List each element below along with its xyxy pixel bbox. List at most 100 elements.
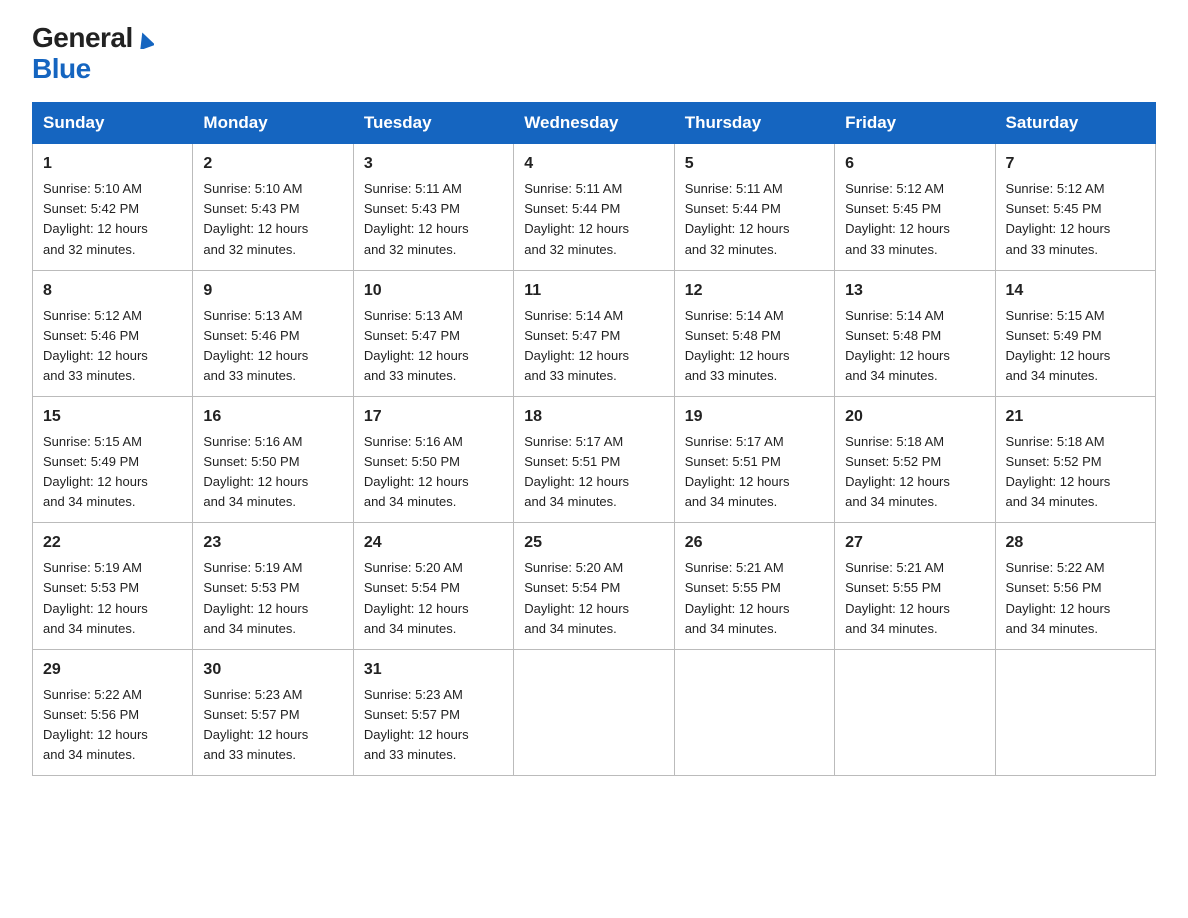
day-number: 2 (203, 152, 342, 177)
day-cell-15: 15Sunrise: 5:15 AMSunset: 5:49 PMDayligh… (33, 397, 193, 523)
day-header-wednesday: Wednesday (514, 103, 674, 144)
day-cell-9: 9Sunrise: 5:13 AMSunset: 5:46 PMDaylight… (193, 270, 353, 396)
day-cell-23: 23Sunrise: 5:19 AMSunset: 5:53 PMDayligh… (193, 523, 353, 649)
days-of-week-row: SundayMondayTuesdayWednesdayThursdayFrid… (33, 103, 1156, 144)
day-number: 19 (685, 405, 824, 430)
day-number: 27 (845, 531, 984, 556)
empty-cell (835, 649, 995, 775)
day-header-thursday: Thursday (674, 103, 834, 144)
day-info: Sunrise: 5:18 AMSunset: 5:52 PMDaylight:… (1006, 432, 1145, 513)
logo-general-text: General (32, 24, 154, 54)
day-info: Sunrise: 5:11 AMSunset: 5:43 PMDaylight:… (364, 179, 503, 260)
day-info: Sunrise: 5:10 AMSunset: 5:43 PMDaylight:… (203, 179, 342, 260)
day-number: 10 (364, 279, 503, 304)
day-cell-5: 5Sunrise: 5:11 AMSunset: 5:44 PMDaylight… (674, 144, 834, 270)
day-info: Sunrise: 5:14 AMSunset: 5:48 PMDaylight:… (685, 306, 824, 387)
day-header-saturday: Saturday (995, 103, 1155, 144)
day-number: 13 (845, 279, 984, 304)
day-info: Sunrise: 5:21 AMSunset: 5:55 PMDaylight:… (845, 558, 984, 639)
day-number: 24 (364, 531, 503, 556)
day-number: 22 (43, 531, 182, 556)
day-number: 29 (43, 658, 182, 683)
day-info: Sunrise: 5:14 AMSunset: 5:47 PMDaylight:… (524, 306, 663, 387)
day-cell-12: 12Sunrise: 5:14 AMSunset: 5:48 PMDayligh… (674, 270, 834, 396)
day-info: Sunrise: 5:18 AMSunset: 5:52 PMDaylight:… (845, 432, 984, 513)
day-number: 8 (43, 279, 182, 304)
day-cell-14: 14Sunrise: 5:15 AMSunset: 5:49 PMDayligh… (995, 270, 1155, 396)
day-number: 17 (364, 405, 503, 430)
day-number: 26 (685, 531, 824, 556)
day-header-friday: Friday (835, 103, 995, 144)
week-row-2: 8Sunrise: 5:12 AMSunset: 5:46 PMDaylight… (33, 270, 1156, 396)
day-cell-18: 18Sunrise: 5:17 AMSunset: 5:51 PMDayligh… (514, 397, 674, 523)
calendar-table: SundayMondayTuesdayWednesdayThursdayFrid… (32, 102, 1156, 776)
logo: General Blue (32, 24, 154, 84)
day-cell-4: 4Sunrise: 5:11 AMSunset: 5:44 PMDaylight… (514, 144, 674, 270)
week-row-5: 29Sunrise: 5:22 AMSunset: 5:56 PMDayligh… (33, 649, 1156, 775)
empty-cell (514, 649, 674, 775)
day-info: Sunrise: 5:20 AMSunset: 5:54 PMDaylight:… (364, 558, 503, 639)
day-number: 5 (685, 152, 824, 177)
day-info: Sunrise: 5:23 AMSunset: 5:57 PMDaylight:… (364, 685, 503, 766)
week-row-3: 15Sunrise: 5:15 AMSunset: 5:49 PMDayligh… (33, 397, 1156, 523)
day-info: Sunrise: 5:13 AMSunset: 5:46 PMDaylight:… (203, 306, 342, 387)
day-info: Sunrise: 5:19 AMSunset: 5:53 PMDaylight:… (43, 558, 182, 639)
day-cell-8: 8Sunrise: 5:12 AMSunset: 5:46 PMDaylight… (33, 270, 193, 396)
day-cell-31: 31Sunrise: 5:23 AMSunset: 5:57 PMDayligh… (353, 649, 513, 775)
day-info: Sunrise: 5:10 AMSunset: 5:42 PMDaylight:… (43, 179, 182, 260)
week-row-1: 1Sunrise: 5:10 AMSunset: 5:42 PMDaylight… (33, 144, 1156, 270)
day-number: 18 (524, 405, 663, 430)
day-cell-11: 11Sunrise: 5:14 AMSunset: 5:47 PMDayligh… (514, 270, 674, 396)
logo-blue-text: Blue (32, 54, 91, 85)
day-number: 21 (1006, 405, 1145, 430)
day-number: 7 (1006, 152, 1145, 177)
day-info: Sunrise: 5:12 AMSunset: 5:45 PMDaylight:… (1006, 179, 1145, 260)
day-number: 15 (43, 405, 182, 430)
day-header-tuesday: Tuesday (353, 103, 513, 144)
day-number: 28 (1006, 531, 1145, 556)
day-info: Sunrise: 5:16 AMSunset: 5:50 PMDaylight:… (364, 432, 503, 513)
day-cell-3: 3Sunrise: 5:11 AMSunset: 5:43 PMDaylight… (353, 144, 513, 270)
day-cell-13: 13Sunrise: 5:14 AMSunset: 5:48 PMDayligh… (835, 270, 995, 396)
day-number: 3 (364, 152, 503, 177)
day-header-sunday: Sunday (33, 103, 193, 144)
day-number: 31 (364, 658, 503, 683)
day-cell-30: 30Sunrise: 5:23 AMSunset: 5:57 PMDayligh… (193, 649, 353, 775)
day-cell-20: 20Sunrise: 5:18 AMSunset: 5:52 PMDayligh… (835, 397, 995, 523)
day-cell-26: 26Sunrise: 5:21 AMSunset: 5:55 PMDayligh… (674, 523, 834, 649)
day-info: Sunrise: 5:22 AMSunset: 5:56 PMDaylight:… (43, 685, 182, 766)
day-cell-7: 7Sunrise: 5:12 AMSunset: 5:45 PMDaylight… (995, 144, 1155, 270)
header: General Blue (32, 24, 1156, 84)
calendar-header: SundayMondayTuesdayWednesdayThursdayFrid… (33, 103, 1156, 144)
day-number: 12 (685, 279, 824, 304)
day-number: 4 (524, 152, 663, 177)
day-number: 30 (203, 658, 342, 683)
day-info: Sunrise: 5:19 AMSunset: 5:53 PMDaylight:… (203, 558, 342, 639)
day-cell-29: 29Sunrise: 5:22 AMSunset: 5:56 PMDayligh… (33, 649, 193, 775)
day-info: Sunrise: 5:17 AMSunset: 5:51 PMDaylight:… (685, 432, 824, 513)
day-info: Sunrise: 5:13 AMSunset: 5:47 PMDaylight:… (364, 306, 503, 387)
day-number: 9 (203, 279, 342, 304)
day-info: Sunrise: 5:16 AMSunset: 5:50 PMDaylight:… (203, 432, 342, 513)
day-info: Sunrise: 5:14 AMSunset: 5:48 PMDaylight:… (845, 306, 984, 387)
page: General Blue SundayMondayTuesdayWednesda… (0, 0, 1188, 800)
week-row-4: 22Sunrise: 5:19 AMSunset: 5:53 PMDayligh… (33, 523, 1156, 649)
day-header-monday: Monday (193, 103, 353, 144)
day-number: 25 (524, 531, 663, 556)
day-info: Sunrise: 5:21 AMSunset: 5:55 PMDaylight:… (685, 558, 824, 639)
day-number: 20 (845, 405, 984, 430)
day-cell-6: 6Sunrise: 5:12 AMSunset: 5:45 PMDaylight… (835, 144, 995, 270)
day-info: Sunrise: 5:11 AMSunset: 5:44 PMDaylight:… (524, 179, 663, 260)
day-cell-17: 17Sunrise: 5:16 AMSunset: 5:50 PMDayligh… (353, 397, 513, 523)
day-cell-27: 27Sunrise: 5:21 AMSunset: 5:55 PMDayligh… (835, 523, 995, 649)
day-number: 6 (845, 152, 984, 177)
day-cell-19: 19Sunrise: 5:17 AMSunset: 5:51 PMDayligh… (674, 397, 834, 523)
day-cell-10: 10Sunrise: 5:13 AMSunset: 5:47 PMDayligh… (353, 270, 513, 396)
day-cell-25: 25Sunrise: 5:20 AMSunset: 5:54 PMDayligh… (514, 523, 674, 649)
day-number: 14 (1006, 279, 1145, 304)
day-info: Sunrise: 5:11 AMSunset: 5:44 PMDaylight:… (685, 179, 824, 260)
day-info: Sunrise: 5:12 AMSunset: 5:45 PMDaylight:… (845, 179, 984, 260)
day-cell-1: 1Sunrise: 5:10 AMSunset: 5:42 PMDaylight… (33, 144, 193, 270)
day-cell-16: 16Sunrise: 5:16 AMSunset: 5:50 PMDayligh… (193, 397, 353, 523)
day-info: Sunrise: 5:22 AMSunset: 5:56 PMDaylight:… (1006, 558, 1145, 639)
